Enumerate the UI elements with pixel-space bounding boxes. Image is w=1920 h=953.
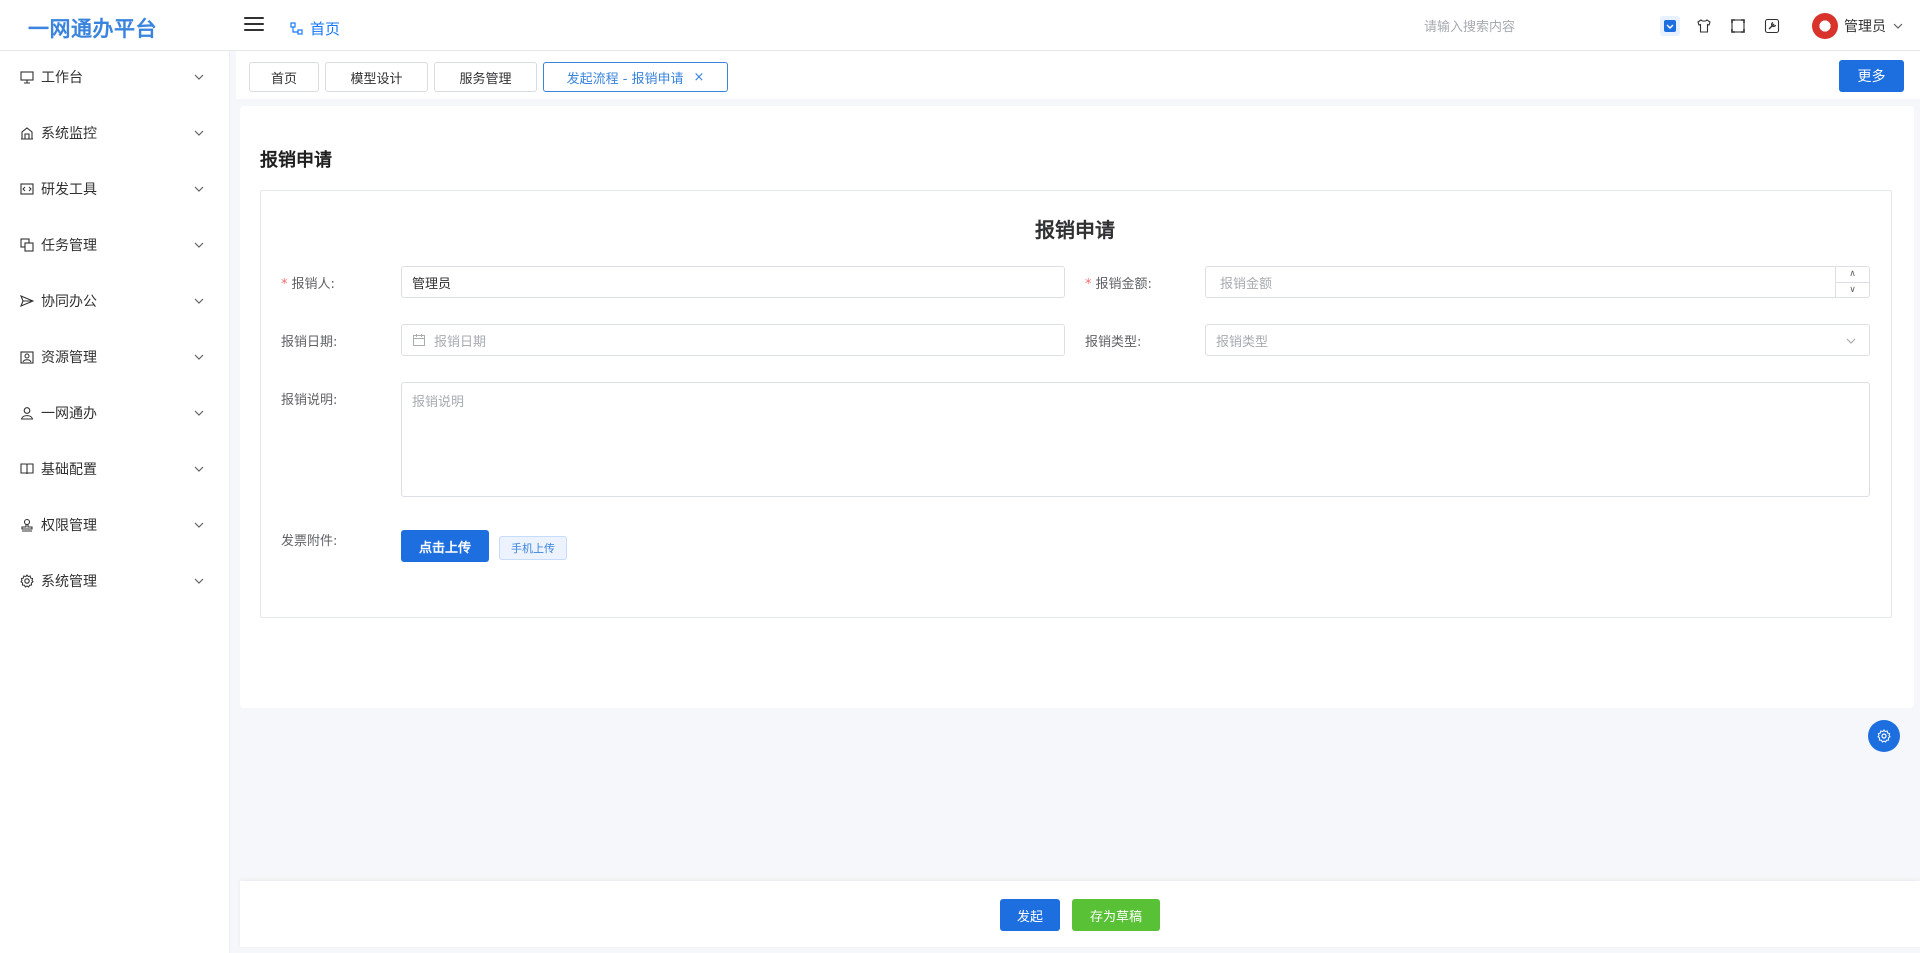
tool-icon[interactable] (1762, 16, 1782, 36)
sidebar-item-workbench[interactable]: 工作台 (0, 57, 230, 97)
chevron-down-icon (194, 242, 204, 248)
sidebar-item-resources[interactable]: 资源管理 (0, 337, 230, 377)
fullscreen-icon[interactable] (1728, 16, 1748, 36)
required-mark: * (1085, 277, 1092, 292)
amount-label-text: 报销金额: (1095, 277, 1152, 292)
breadcrumb[interactable]: 首页 (290, 18, 340, 39)
stamp-icon (20, 518, 35, 533)
user-name: 管理员 (1844, 19, 1886, 35)
user-icon (20, 406, 35, 421)
monitor-icon (20, 70, 35, 85)
chevron-down-icon (194, 74, 204, 80)
page-title: 报销申请 (260, 150, 332, 171)
resource-icon (20, 350, 35, 365)
sidebar-item-label: 资源管理 (41, 350, 97, 366)
sidebar-item-onenet[interactable]: 一网通办 (0, 393, 230, 433)
date-label: 报销日期: (281, 335, 338, 350)
settings-gear-icon[interactable] (1868, 720, 1900, 752)
tab-label: 服务管理 (459, 71, 512, 87)
chevron-down-icon (1846, 338, 1856, 344)
chevron-down-icon (194, 130, 204, 136)
sidebar-item-label: 一网通办 (41, 406, 97, 422)
sidebar-item-label: 任务管理 (41, 238, 97, 254)
chevron-down-icon (194, 298, 204, 304)
upload-button[interactable]: 点击上传 (401, 530, 489, 562)
tab-home[interactable]: 首页 (249, 62, 319, 92)
copy-icon (20, 238, 35, 253)
sidebar-item-label: 基础配置 (41, 462, 97, 478)
send-icon (20, 294, 35, 309)
amount-input[interactable]: 报销金额 ∧ ∨ (1205, 266, 1870, 298)
gear-icon (20, 574, 35, 589)
sidebar-item-label: 工作台 (41, 70, 83, 86)
submit-button[interactable]: 发起 (1000, 899, 1060, 931)
search-input[interactable]: 请输入搜索内容 (1424, 16, 1515, 35)
avatar (1812, 13, 1838, 39)
shirt-icon[interactable] (1694, 16, 1714, 36)
sidebar-item-tasks[interactable]: 任务管理 (0, 225, 230, 265)
chevron-down-icon (194, 522, 204, 528)
applicant-input[interactable]: 管理员 (401, 266, 1065, 298)
monitor-tower-icon (20, 126, 35, 141)
type-label: 报销类型: (1085, 335, 1142, 350)
required-mark: * (281, 277, 288, 292)
sidebar-item-label: 系统监控 (41, 126, 97, 142)
tab-label: 发起流程 - 报销申请 (566, 71, 684, 87)
app-logo[interactable]: 一网通办平台 (28, 13, 157, 43)
form-title: 报销申请 (1035, 218, 1115, 242)
collapse-icon[interactable] (1660, 16, 1680, 36)
more-button[interactable]: 更多 (1839, 60, 1904, 92)
sidebar-item-label: 系统管理 (41, 574, 97, 590)
sidebar-item-label: 研发工具 (41, 182, 97, 198)
close-icon[interactable]: × (694, 70, 705, 85)
sidebar-item-label: 协同办公 (41, 294, 97, 310)
calendar-icon (413, 334, 425, 346)
description-placeholder: 报销说明 (412, 395, 465, 410)
user-menu[interactable]: 管理员 (1812, 13, 1904, 39)
date-picker[interactable]: 报销日期 (401, 324, 1065, 356)
decrease-icon[interactable]: ∨ (1836, 283, 1869, 298)
tab-model-design[interactable]: 模型设计 (325, 62, 428, 92)
applicant-label-text: 报销人: (291, 277, 335, 292)
tab-service-management[interactable]: 服务管理 (434, 62, 537, 92)
amount-label: * 报销金额: (1085, 273, 1152, 292)
sidebar-item-devtools[interactable]: 研发工具 (0, 169, 230, 209)
tab-label: 模型设计 (350, 71, 403, 87)
chevron-down-icon (194, 578, 204, 584)
type-select[interactable]: 报销类型 (1205, 324, 1870, 356)
description-label: 报销说明: (281, 393, 338, 408)
menu-toggle-icon[interactable] (244, 17, 264, 33)
applicant-value: 管理员 (412, 276, 452, 292)
tab-start-process[interactable]: 发起流程 - 报销申请 × (543, 62, 728, 92)
attachment-label: 发票附件: (281, 534, 338, 549)
chevron-down-icon (194, 354, 204, 360)
book-icon (20, 462, 35, 477)
chevron-down-icon (194, 466, 204, 472)
description-textarea[interactable]: 报销说明 (401, 382, 1870, 497)
increase-icon[interactable]: ∧ (1836, 267, 1869, 283)
sidebar-item-permissions[interactable]: 权限管理 (0, 505, 230, 545)
type-placeholder: 报销类型 (1216, 334, 1269, 350)
amount-stepper[interactable]: ∧ ∨ (1835, 267, 1869, 297)
applicant-label: * 报销人: (281, 273, 335, 292)
top-header: 一网通办平台 首页 请输入搜索内容 管理员 (0, 0, 1920, 51)
chevron-down-icon (194, 186, 204, 192)
tab-label: 首页 (270, 71, 297, 87)
sidebar-item-monitor[interactable]: 系统监控 (0, 113, 230, 153)
chevron-down-icon (1893, 23, 1903, 29)
phone-upload-button[interactable]: 手机上传 (499, 536, 567, 560)
sidebar-item-system[interactable]: 系统管理 (0, 561, 230, 601)
save-draft-button[interactable]: 存为草稿 (1072, 899, 1160, 931)
breadcrumb-home[interactable]: 首页 (310, 18, 340, 39)
sidebar-item-basic-config[interactable]: 基础配置 (0, 449, 230, 489)
sidebar-item-label: 权限管理 (41, 518, 97, 534)
amount-placeholder: 报销金额 (1220, 276, 1273, 292)
chevron-down-icon (194, 410, 204, 416)
date-placeholder: 报销日期 (434, 334, 487, 350)
sidebar: 工作台 系统监控 研发工具 任务管理 协同办公 资源管理 一网通办 基础配置 权 (0, 51, 230, 953)
sidebar-item-collab[interactable]: 协同办公 (0, 281, 230, 321)
home-tree-icon (290, 21, 303, 35)
code-icon (20, 182, 35, 197)
